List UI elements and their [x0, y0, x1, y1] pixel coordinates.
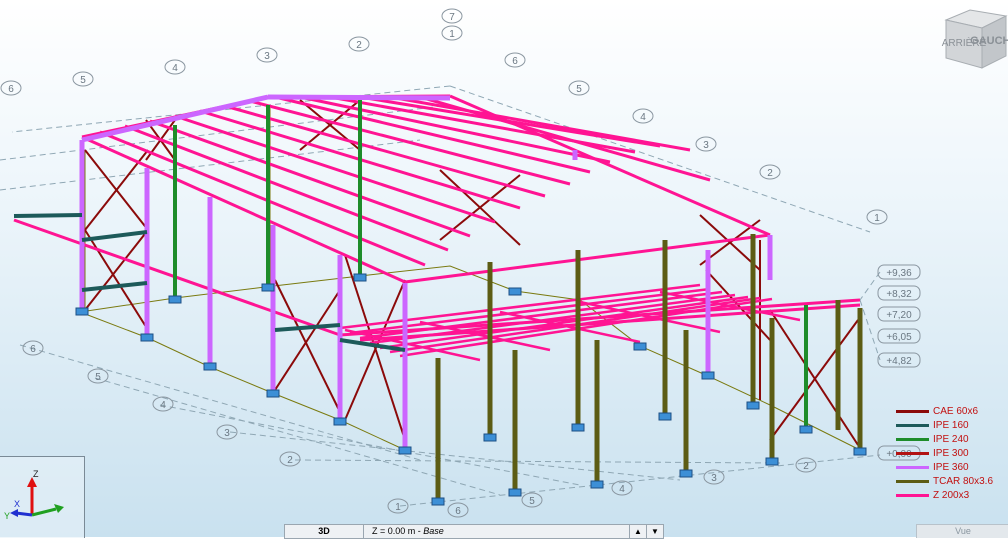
grid-label: 4 [172, 63, 178, 74]
legend-swatch [896, 479, 929, 483]
elevation-label: +7,20 [886, 310, 912, 321]
view-cube[interactable]: ARRIÈRE GAUCHE [936, 6, 1008, 72]
elevation-label: +8,32 [886, 289, 912, 300]
legend-swatch [896, 423, 929, 427]
legend-swatch [896, 451, 929, 455]
legend-item: IPE 240 [896, 432, 1008, 446]
structure-model[interactable]: 7 1 2 3 4 5 6 6 5 4 3 2 1 6 5 4 3 2 1 6 … [0, 0, 1008, 537]
grid-label: 5 [95, 372, 101, 383]
legend-swatch [896, 409, 929, 413]
legend-label: IPE 360 [933, 461, 969, 473]
grid-label: 5 [80, 75, 86, 86]
level-name: Base [423, 526, 444, 536]
grid-label: 6 [512, 56, 518, 67]
mezzanine-joists [339, 283, 801, 362]
legend-item: CAE 60x6 [896, 404, 1008, 418]
3d-viewport[interactable]: 7 1 2 3 4 5 6 6 5 4 3 2 1 6 5 4 3 2 1 6 … [0, 0, 1008, 537]
legend-item: TCAR 80x3.6 [896, 474, 1008, 488]
level-selector[interactable]: Z = 0.00 m - Base [364, 525, 629, 538]
legend-label: CAE 60x6 [933, 405, 979, 417]
tab-vue[interactable]: Vue [916, 524, 1008, 538]
grid-label: 6 [8, 84, 14, 95]
elevation-label: +4,82 [886, 356, 912, 367]
grid-label: 6 [30, 344, 36, 355]
legend-label: IPE 240 [933, 433, 969, 445]
legend-label: IPE 300 [933, 447, 969, 459]
grid-label: 3 [703, 140, 709, 151]
grid-label: 5 [576, 84, 582, 95]
level-up-icon[interactable]: ▲ [629, 525, 646, 538]
grid-label: 4 [619, 484, 625, 495]
axis-triad: Z X Y [0, 456, 85, 538]
elevation-label: +6,05 [886, 332, 912, 343]
axis-z-label: Z [33, 469, 39, 479]
axis-y-label: Y [4, 511, 10, 521]
grid-label: 1 [449, 29, 455, 40]
legend-swatch [896, 465, 929, 469]
section-legend: CAE 60x6 IPE 160 IPE 240 IPE 300 IPE 360… [896, 404, 1008, 502]
grid-label: 5 [529, 496, 535, 507]
legend-swatch [896, 493, 929, 497]
view-mode-label[interactable]: 3D [285, 525, 364, 538]
level-down-icon[interactable]: ▼ [646, 525, 663, 538]
legend-item: IPE 360 [896, 460, 1008, 474]
grid-label: 2 [803, 461, 809, 472]
legend-label: IPE 160 [933, 419, 969, 431]
posts-tcar [435, 234, 863, 500]
legend-item: IPE 160 [896, 418, 1008, 432]
grid-label: 2 [287, 455, 293, 466]
grid-label: 1 [395, 502, 401, 513]
grid-label: 6 [455, 506, 461, 517]
grid-label: 4 [640, 112, 646, 123]
grid-label: 7 [449, 12, 455, 23]
legend-item: Z 200x3 [896, 488, 1008, 502]
grid-label: 2 [356, 40, 362, 51]
grid-label: 4 [160, 400, 166, 411]
level-prefix: Z = 0.00 m - [372, 526, 424, 536]
legend-label: Z 200x3 [933, 489, 970, 501]
grid-label: 3 [264, 51, 270, 62]
grid-label: 1 [874, 213, 880, 224]
view-cube-label: GAUCHE [970, 35, 1008, 47]
grid-label: 3 [711, 473, 717, 484]
legend-swatch [896, 437, 929, 441]
grid-label: 3 [224, 428, 230, 439]
elevation-label: +9,36 [886, 268, 912, 279]
grid-label: 2 [767, 168, 773, 179]
legend-item: IPE 300 [896, 446, 1008, 460]
axis-x-label: X [14, 499, 20, 509]
legend-label: TCAR 80x3.6 [933, 475, 994, 487]
